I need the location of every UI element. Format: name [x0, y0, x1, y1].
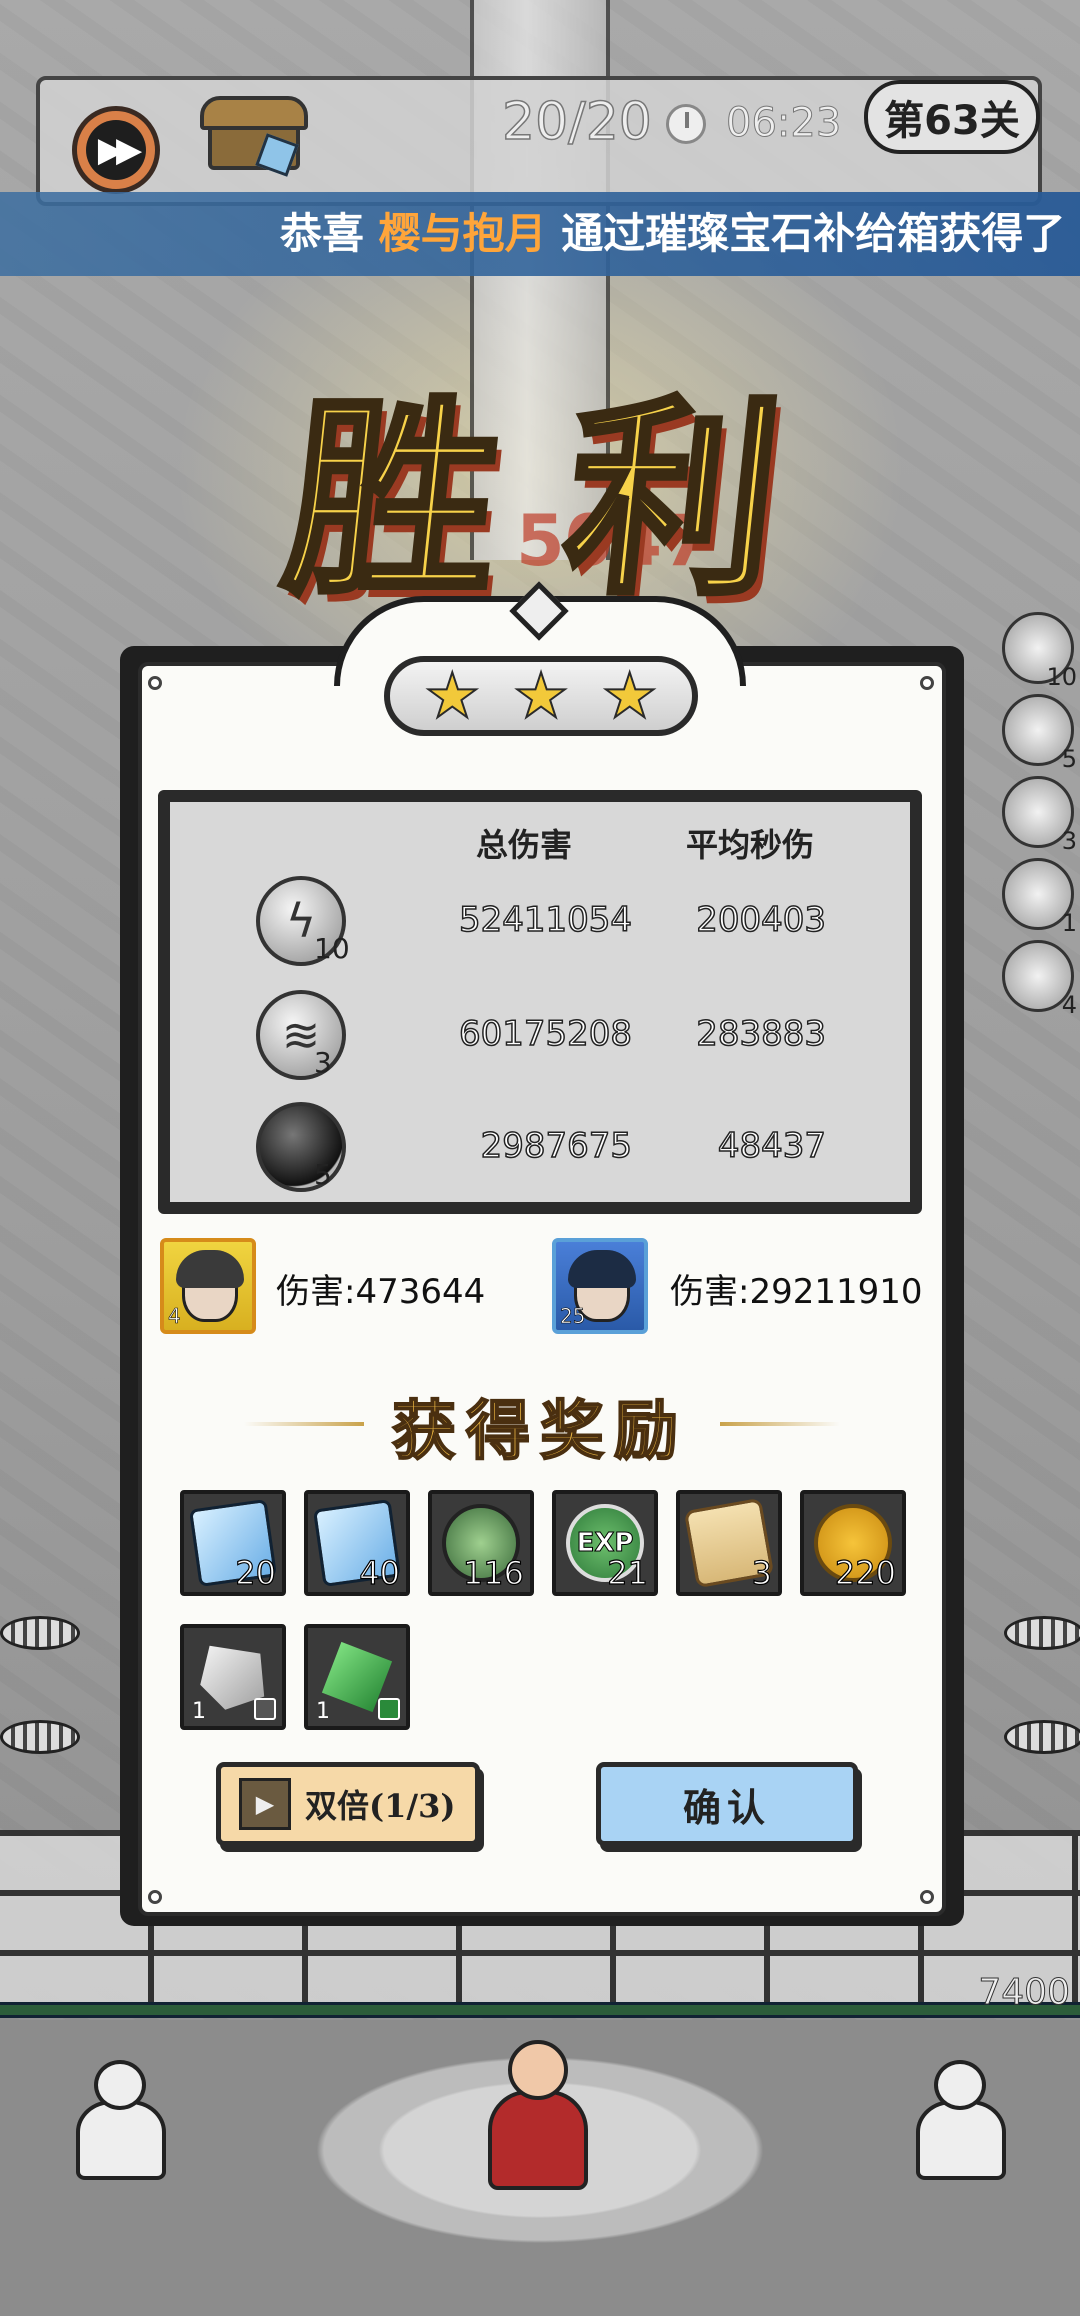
- reward-qty: 20: [235, 1553, 277, 1592]
- side-skill-count: 4: [1061, 991, 1077, 1019]
- left-guard-figure: [66, 2060, 176, 2180]
- fast-forward-icon: ▶▶: [86, 120, 146, 180]
- stat-row: 5 2987675 48437: [170, 1098, 910, 1198]
- total-damage-value: 2987675: [480, 1125, 633, 1167]
- video-ad-icon: ▶: [239, 1778, 291, 1830]
- clock-icon: [666, 104, 706, 144]
- hero-level: 4: [168, 1304, 181, 1329]
- reward-item[interactable]: 116: [428, 1490, 534, 1596]
- star-icon: ★: [601, 659, 659, 732]
- reward-qty: 21: [607, 1553, 649, 1592]
- rewards-title: 获得奖励: [391, 1393, 688, 1470]
- column-header-total-damage: 总伤害: [476, 826, 573, 864]
- reward-item[interactable]: EXP 21: [552, 1490, 658, 1596]
- reward-item[interactable]: 40: [304, 1490, 410, 1596]
- side-skill-count: 10: [1046, 663, 1077, 691]
- banner-suffix: 通过璀璨宝石补给箱获得了: [546, 209, 1066, 258]
- double-reward-button[interactable]: ▶ 双倍(1/3): [216, 1762, 480, 1846]
- stat-row: ≋ 3 60175208 283883: [170, 986, 910, 1086]
- left-turret-icon: [0, 1720, 80, 1754]
- star-rating: ★ ★ ★: [384, 656, 698, 736]
- divider: [720, 1422, 840, 1426]
- star-icon: ★: [424, 659, 482, 732]
- banner-prefix: 恭喜: [280, 209, 379, 258]
- total-damage-value: 52411054: [458, 899, 633, 941]
- reward-qty: 220: [834, 1553, 896, 1592]
- banner-player-name: 樱与抱月: [378, 209, 547, 258]
- side-skill-count: 1: [1061, 909, 1077, 937]
- rivet-icon: [148, 1890, 162, 1904]
- victory-title: 胜利: [272, 373, 864, 626]
- fragment-badge-icon: [378, 1698, 400, 1720]
- side-skill-lightning-icon[interactable]: 10: [1002, 612, 1077, 691]
- level-badge: 第63关: [864, 80, 1040, 154]
- avg-dps-value: 283883: [695, 1013, 826, 1055]
- skill-level: 3: [314, 1046, 332, 1079]
- confirm-button[interactable]: 确认: [596, 1762, 858, 1846]
- reward-item[interactable]: 20: [180, 1490, 286, 1596]
- side-skill-count: 3: [1061, 827, 1077, 855]
- divider: [244, 1422, 364, 1426]
- avg-dps-value: 48437: [717, 1125, 827, 1167]
- column-header-avg-dps: 平均秒伤: [686, 826, 815, 864]
- right-guard-figure: [906, 2060, 1016, 2180]
- right-turret-icon: [1004, 1616, 1080, 1650]
- reward-qty: 1: [192, 1699, 206, 1724]
- stat-row: ϟ 10 52411054 200403: [170, 872, 910, 972]
- bomb-skill-icon: [256, 1102, 346, 1192]
- side-skill-tornado-icon[interactable]: 3: [1002, 776, 1077, 855]
- star-icon: ★: [512, 659, 570, 732]
- reward-item[interactable]: 220: [800, 1490, 906, 1596]
- wall-hp-value: 7400: [978, 1972, 1071, 2014]
- wave-counter: 20/20: [501, 91, 652, 153]
- reward-qty: 1: [316, 1699, 330, 1724]
- side-skill-bomb-icon[interactable]: 5: [1002, 694, 1077, 773]
- hero-level: 25: [560, 1304, 586, 1329]
- skill-level: 10: [314, 932, 350, 965]
- right-turret-icon: [1004, 1720, 1080, 1754]
- double-reward-label: 双倍(1/3): [305, 1787, 456, 1825]
- hero-avatar[interactable]: 4: [160, 1238, 256, 1334]
- reward-item[interactable]: 1: [304, 1624, 410, 1730]
- rivet-icon: [920, 676, 934, 690]
- side-skill-burst-icon[interactable]: 4: [1002, 940, 1077, 1019]
- total-damage-value: 60175208: [458, 1013, 633, 1055]
- side-skill-count: 5: [1061, 745, 1077, 773]
- side-skill-spear-icon[interactable]: 1: [1002, 858, 1077, 937]
- left-turret-icon: [0, 1616, 80, 1650]
- tornado-skill-icon: ≋: [256, 990, 346, 1080]
- hero-damage: 伤害:473644: [276, 1272, 486, 1312]
- speed-toggle-button[interactable]: ▶▶: [72, 106, 160, 194]
- hero-damage: 伤害:29211910: [670, 1272, 923, 1312]
- reward-qty: 116: [462, 1553, 524, 1592]
- rivet-icon: [920, 1890, 934, 1904]
- treasure-chest-icon[interactable]: [200, 88, 310, 178]
- reward-qty: 40: [359, 1553, 401, 1592]
- battle-timer: 06:23: [725, 100, 842, 147]
- damage-stats-table: 总伤害 平均秒伤 ϟ 10 52411054 200403 ≋ 3 601752…: [158, 790, 922, 1214]
- reward-item[interactable]: 3: [676, 1490, 782, 1596]
- avg-dps-value: 200403: [695, 899, 826, 941]
- reward-item[interactable]: 1: [180, 1624, 286, 1730]
- rivet-icon: [148, 676, 162, 690]
- reward-qty: 3: [751, 1553, 773, 1592]
- broadcast-banner: 恭喜 樱与抱月 通过璀璨宝石补给箱获得了: [0, 192, 1080, 276]
- hero-avatar[interactable]: 25: [552, 1238, 648, 1334]
- king-figure: [478, 2040, 598, 2190]
- fragment-badge-icon: [254, 1698, 276, 1720]
- wall-hp-bar: [0, 2002, 1080, 2018]
- skill-level: 5: [314, 1158, 332, 1191]
